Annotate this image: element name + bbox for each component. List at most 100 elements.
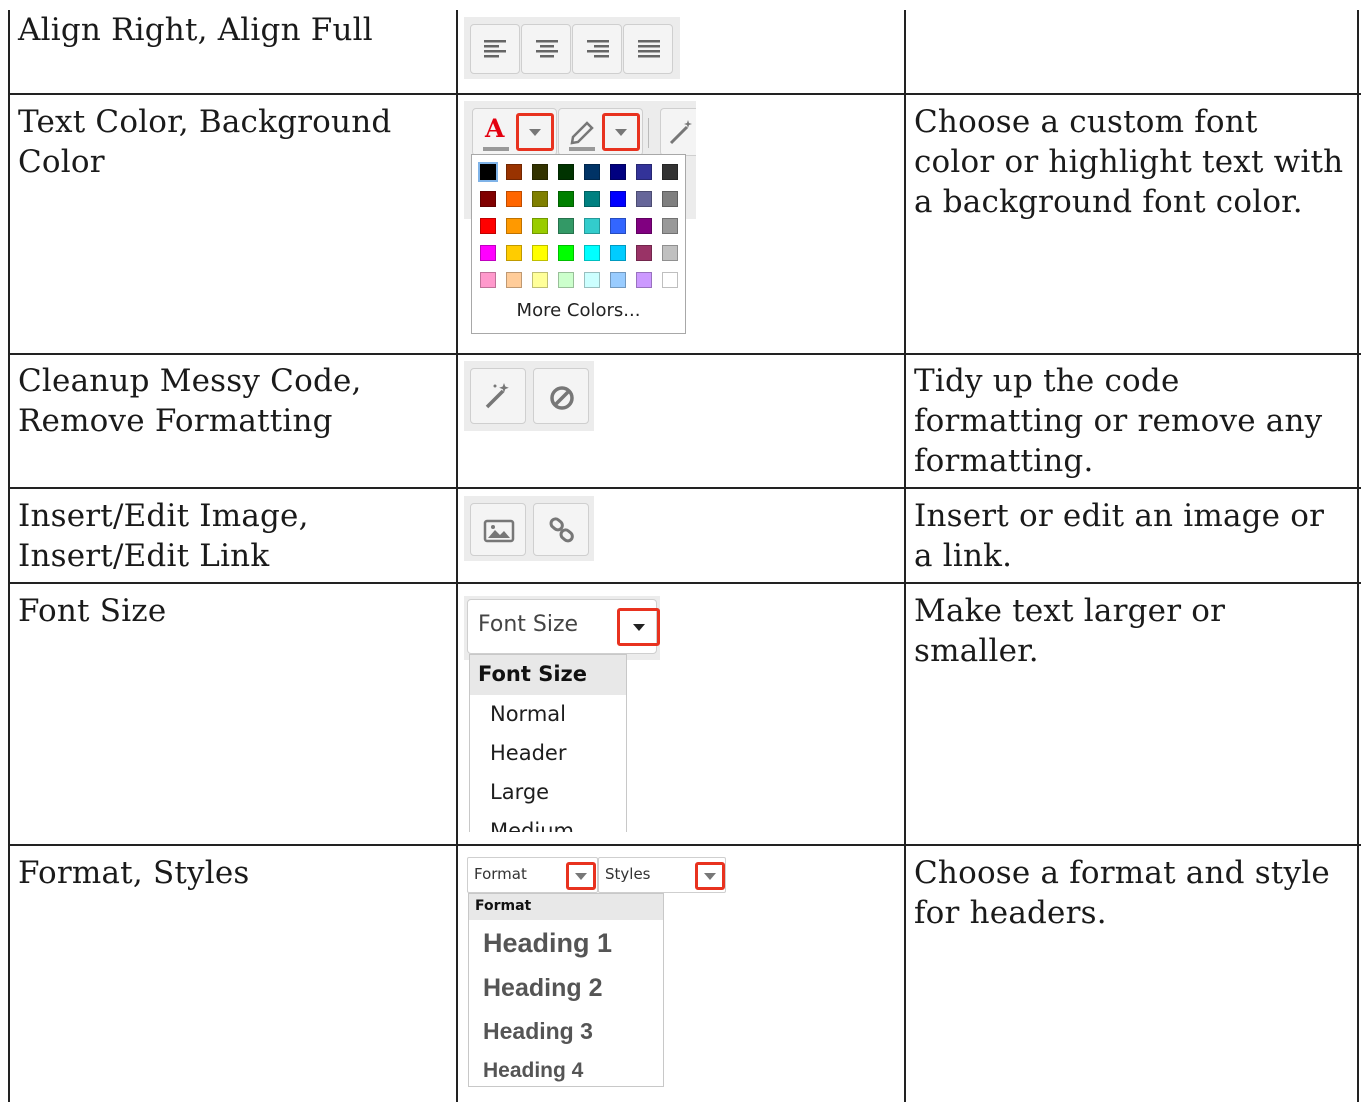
remove-formatting-button[interactable] <box>533 368 589 424</box>
color-swatch[interactable] <box>532 164 548 180</box>
align-left-icon <box>484 40 506 58</box>
feature-text: Color <box>18 144 105 180</box>
feature-text: Align Right, Align Full <box>18 12 373 48</box>
chevron-down-icon <box>633 624 645 631</box>
color-swatch[interactable] <box>610 164 626 180</box>
chevron-down-icon <box>575 873 587 880</box>
color-swatch[interactable] <box>610 272 626 288</box>
color-swatch[interactable] <box>480 245 496 261</box>
color-swatch[interactable] <box>662 272 678 288</box>
description-cell: Choose a custom font color or highlight … <box>914 102 1343 222</box>
color-swatch[interactable] <box>584 191 600 207</box>
format-option-heading-3[interactable]: Heading 3 <box>483 1018 593 1045</box>
align-justify-icon <box>638 40 660 58</box>
description-text: for headers. <box>914 895 1107 931</box>
font-size-option-normal[interactable]: Normal <box>490 702 566 726</box>
color-swatch[interactable] <box>558 272 574 288</box>
color-swatch[interactable] <box>558 191 574 207</box>
feature-cell: Align Right, Align Full <box>18 10 373 50</box>
color-swatch[interactable] <box>610 191 626 207</box>
font-size-dropdown-highlight[interactable] <box>617 608 660 646</box>
text-color-dropdown-highlight[interactable] <box>516 113 554 151</box>
styles-dropdown-highlight[interactable] <box>695 862 725 890</box>
description-cell: Choose a format and style for headers. <box>914 853 1330 933</box>
color-swatch[interactable] <box>480 218 496 234</box>
row-divider <box>8 93 1361 95</box>
cleanup-messy-code-button[interactable] <box>470 368 526 424</box>
color-swatch[interactable] <box>532 272 548 288</box>
description-cell: Make text larger or smaller. <box>914 591 1225 671</box>
color-swatch[interactable] <box>584 272 600 288</box>
description-text: Choose a format and style <box>914 855 1330 891</box>
magic-wand-icon <box>485 383 509 409</box>
description-cell: Tidy up the code formatting or remove an… <box>914 361 1322 481</box>
color-swatch[interactable] <box>478 162 498 182</box>
color-swatch[interactable] <box>506 191 522 207</box>
feature-cell: Font Size <box>18 591 166 631</box>
color-swatch[interactable] <box>532 218 548 234</box>
row-divider <box>8 582 1361 584</box>
table-column-divider-2 <box>904 10 906 1102</box>
color-swatch[interactable] <box>662 218 678 234</box>
insert-image-button[interactable] <box>470 503 526 556</box>
align-center-button[interactable] <box>521 24 571 74</box>
description-text: a link. <box>914 538 1013 574</box>
background-color-dropdown-highlight[interactable] <box>602 113 640 151</box>
color-swatch[interactable] <box>610 218 626 234</box>
feature-text: Format, Styles <box>18 855 250 891</box>
color-swatch[interactable] <box>506 245 522 261</box>
color-swatch[interactable] <box>584 245 600 261</box>
color-swatch[interactable] <box>506 218 522 234</box>
align-left-button[interactable] <box>470 24 520 74</box>
format-option-heading-1[interactable]: Heading 1 <box>483 928 612 959</box>
insert-link-button[interactable] <box>533 503 589 556</box>
color-swatch[interactable] <box>584 218 600 234</box>
format-option-heading-4[interactable]: Heading 4 <box>483 1059 583 1083</box>
font-size-option-large[interactable]: Large <box>490 780 549 804</box>
feature-text: Text Color, Background <box>18 104 392 140</box>
color-swatch[interactable] <box>558 164 574 180</box>
more-colors-link[interactable]: More Colors... <box>472 300 685 321</box>
format-dropdown-highlight[interactable] <box>566 862 596 890</box>
color-swatch[interactable] <box>506 272 522 288</box>
styles-select-label: Styles <box>605 865 651 883</box>
color-swatch[interactable] <box>610 245 626 261</box>
color-swatch[interactable] <box>636 218 652 234</box>
color-swatch[interactable] <box>662 191 678 207</box>
align-right-button[interactable] <box>572 24 622 74</box>
color-swatch[interactable] <box>662 164 678 180</box>
font-size-menu-header: Font Size <box>470 655 626 695</box>
feature-cell: Cleanup Messy Code, Remove Formatting <box>18 361 362 441</box>
color-swatch[interactable] <box>558 218 574 234</box>
color-swatch[interactable] <box>506 164 522 180</box>
format-option-heading-2[interactable]: Heading 2 <box>483 974 602 1003</box>
font-size-menu: Font Size Normal Header Large Medium <box>469 654 627 832</box>
color-swatch[interactable] <box>584 164 600 180</box>
color-swatch[interactable] <box>558 245 574 261</box>
format-menu-header: Format <box>469 894 663 920</box>
description-text: Insert or edit an image or <box>914 498 1325 534</box>
color-swatch[interactable] <box>480 191 496 207</box>
font-size-option-header[interactable]: Header <box>490 741 566 765</box>
cleanup-button-partial[interactable] <box>660 108 696 156</box>
description-text: Choose a custom font <box>914 104 1258 140</box>
align-full-button[interactable] <box>623 24 673 74</box>
color-swatch[interactable] <box>636 191 652 207</box>
description-text: formatting. <box>914 443 1094 479</box>
chevron-down-icon <box>529 129 541 136</box>
color-swatch[interactable] <box>636 164 652 180</box>
format-select-label: Format <box>474 865 527 883</box>
table-border-left <box>8 10 10 1102</box>
color-swatch[interactable] <box>532 245 548 261</box>
color-swatch[interactable] <box>662 245 678 261</box>
feature-text: Insert/Edit Image, <box>18 498 309 534</box>
color-swatch[interactable] <box>480 272 496 288</box>
chevron-down-icon <box>704 873 716 880</box>
font-size-option-medium[interactable]: Medium <box>490 819 574 832</box>
image-icon <box>483 519 515 543</box>
color-swatch[interactable] <box>636 272 652 288</box>
color-swatch[interactable] <box>532 191 548 207</box>
row-divider <box>8 353 1361 355</box>
color-swatch[interactable] <box>636 245 652 261</box>
table-border-right <box>1357 10 1359 1102</box>
